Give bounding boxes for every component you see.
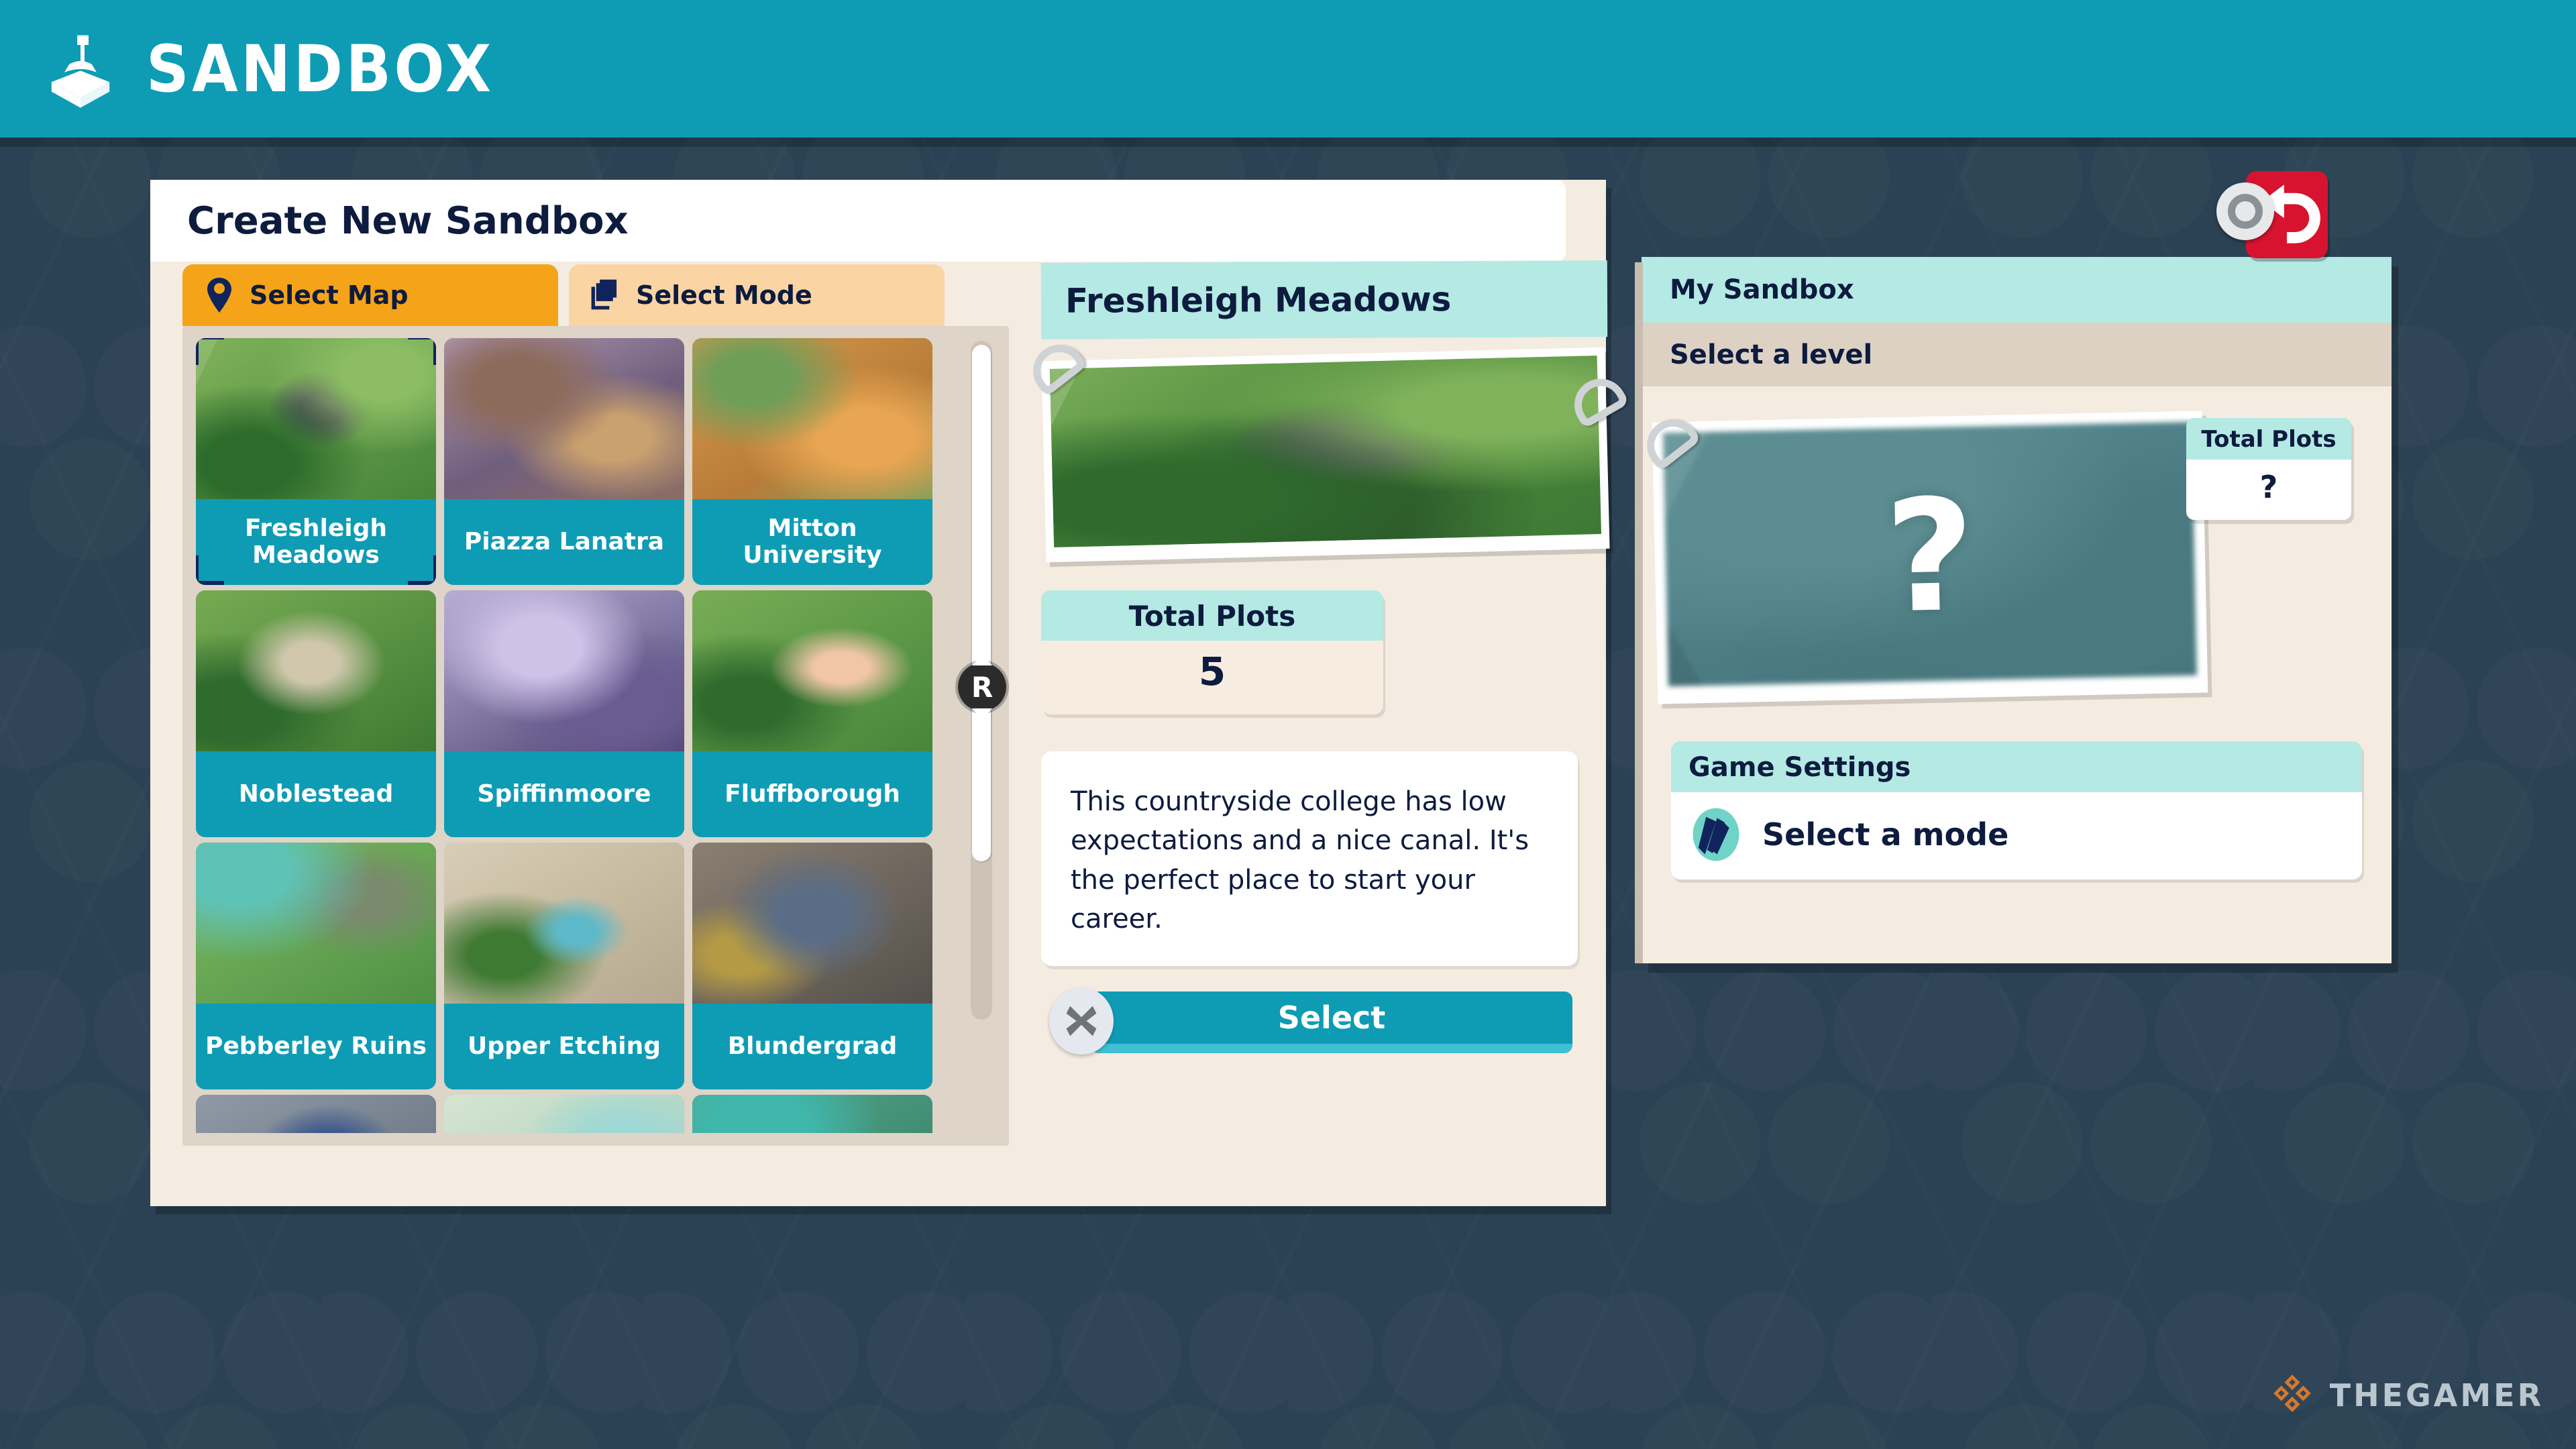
detail-total-plots-box: Total Plots 5 [1041,590,1383,714]
map-description: This countryside college has low expecta… [1041,751,1578,966]
detail-map-image [1049,356,1602,547]
tab-select-map-label: Select Map [250,280,409,310]
scroll-down-arrow-icon [972,708,992,720]
unknown-level-placeholder: ? [1883,466,1977,648]
map-card-label: Fluffborough [692,751,932,837]
map-card-row4-b[interactable] [444,1095,684,1133]
sandbox-total-plots-box: Total Plots ? [2186,418,2351,520]
close-x-icon [1063,1002,1100,1040]
layers-icon [589,276,623,314]
map-detail-panel: Freshleigh Meadows Total Plots 5 This co… [1022,255,1630,1201]
sandbox-total-plots-label: Total Plots [2186,418,2351,460]
map-card-freshleigh-meadows[interactable]: Freshleigh Meadows [196,338,436,585]
map-thumbnail [196,338,436,499]
map-thumbnail [444,843,684,1004]
select-button-label: Select [1277,1000,1386,1036]
scrollbar-thumb[interactable] [972,345,991,861]
tab-bar: Select Map Select Mode [182,264,945,326]
map-card-label: Spiffinmoore [444,751,684,837]
map-thumbnail [196,1095,436,1133]
sandbox-total-plots-value: ? [2186,460,2351,520]
b-button-icon[interactable] [2216,182,2274,240]
map-thumbnail [444,590,684,751]
map-thumbnail [692,1095,932,1133]
detail-total-plots-value: 5 [1041,641,1383,714]
tab-select-mode-label: Select Mode [636,280,812,310]
map-thumbnail [196,590,436,751]
map-thumbnail [444,1095,684,1133]
sandbox-summary-header: My Sandbox [1642,257,2392,323]
panel-title-bar: Create New Sandbox [150,180,1566,262]
game-settings-section: Game Settings Select a mode [1671,741,2362,879]
sandbox-summary-title: My Sandbox [1670,274,1854,305]
pencil-tools-icon [1688,807,1743,862]
close-button[interactable] [1049,987,1114,1055]
map-thumbnail [692,338,932,499]
detail-map-photo [1041,347,1610,563]
map-card-label: Mitton University [692,499,932,585]
map-grid: Freshleigh Meadows Piazza Lanatra Mitton… [196,338,947,1133]
map-card-spiffinmoore[interactable]: Spiffinmoore [444,590,684,837]
game-settings-header: Game Settings [1671,741,2362,792]
detail-total-plots-label: Total Plots [1041,590,1383,641]
r-button-label: R [971,670,994,704]
panel-edge [1635,262,1643,963]
select-mode-row[interactable]: Select a mode [1671,792,2362,879]
sandbox-thumbnail-photo: ? [1652,411,2208,704]
select-button[interactable]: Select [1091,991,1572,1053]
detail-map-title-bar: Freshleigh Meadows [1040,260,1608,339]
map-card-label: Freshleigh Meadows [196,499,436,585]
b-button-ring [2228,194,2263,229]
map-card-label: Piazza Lanatra [444,499,684,585]
map-card-row4-a[interactable] [196,1095,436,1133]
r-shoulder-button-hint[interactable]: R [958,654,1006,720]
map-card-pebberley-ruins[interactable]: Pebberley Ruins [196,843,436,1089]
map-card-label: Upper Etching [444,1004,684,1089]
map-card-fluffborough[interactable]: Fluffborough [692,590,932,837]
watermark-text: THEGAMER [2329,1377,2544,1413]
map-card-label: Blundergrad [692,1004,932,1089]
map-card-mitton-university[interactable]: Mitton University [692,338,932,585]
tab-select-map[interactable]: Select Map [182,264,558,326]
map-card-row4-c[interactable] [692,1095,932,1133]
scroll-up-arrow-icon [972,654,992,665]
tab-select-mode[interactable]: Select Mode [569,264,945,326]
map-pin-icon [203,276,236,314]
map-thumbnail [196,843,436,1004]
map-card-blundergrad[interactable]: Blundergrad [692,843,932,1089]
map-card-noblestead[interactable]: Noblestead [196,590,436,837]
map-card-upper-etching[interactable]: Upper Etching [444,843,684,1089]
thegamer-logo-icon [2269,1371,2315,1419]
map-card-label: Noblestead [196,751,436,837]
sandbox-thumbnail-area: ? [1636,409,2212,705]
map-thumbnail [692,843,932,1004]
app-header: SANDBOX [0,0,2576,138]
map-card-piazza-lanatra[interactable]: Piazza Lanatra [444,338,684,585]
map-card-label: Pebberley Ruins [196,1004,436,1089]
sandbox-shovel-box-icon [40,29,121,109]
map-thumbnail [444,338,684,499]
detail-photo-area [1022,334,1630,564]
page-title: Create New Sandbox [187,199,629,243]
map-list-container[interactable]: Freshleigh Meadows Piazza Lanatra Mitton… [182,326,1009,1146]
sandbox-summary-panel: My Sandbox Select a level ? Total Plots … [1635,257,2392,963]
select-mode-label: Select a mode [1762,816,2009,853]
header-shadow [0,138,2576,147]
app-title: SANDBOX [146,31,494,107]
watermark: THEGAMER [2269,1371,2544,1419]
detail-map-title: Freshleigh Meadows [1065,280,1452,321]
level-status-bar[interactable]: Select a level [1642,323,2392,386]
level-status-label: Select a level [1670,339,1873,370]
map-thumbnail [692,590,932,751]
